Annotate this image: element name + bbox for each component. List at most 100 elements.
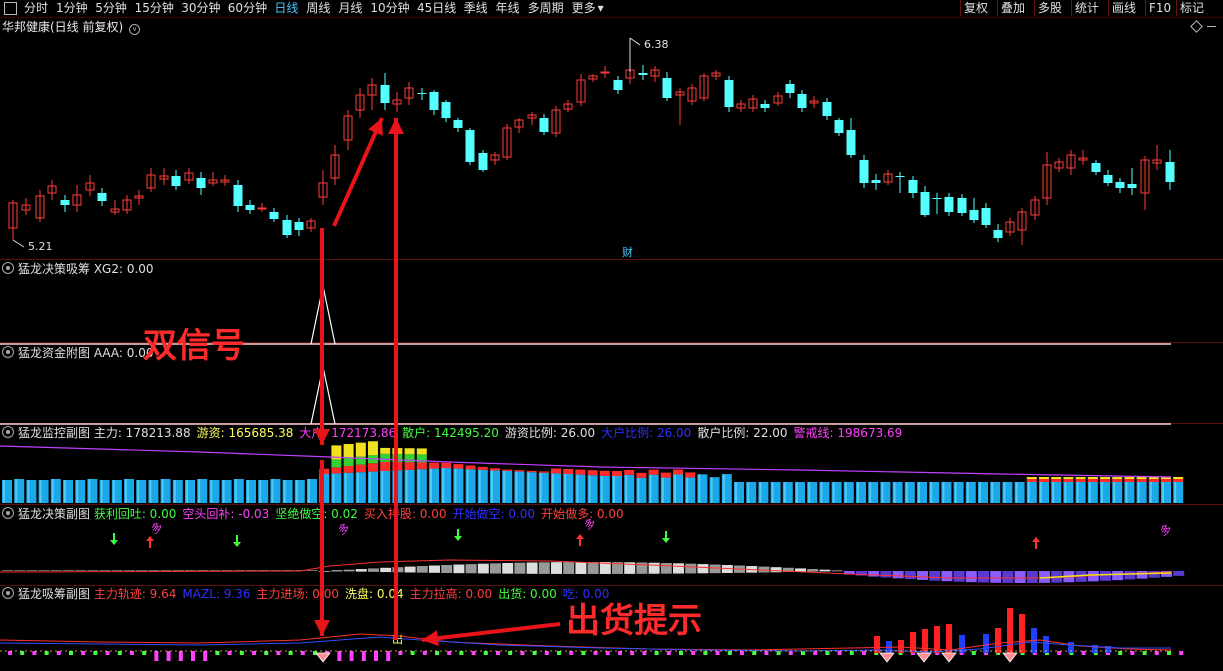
monitor-bar-red xyxy=(490,468,500,471)
monitor-bar-red xyxy=(453,464,464,469)
ribbon-bar xyxy=(453,564,465,574)
monitor-bar-highlight xyxy=(613,476,615,503)
monitor-bar-highlight xyxy=(637,477,640,503)
monitor-bar-highlight xyxy=(942,482,945,503)
ribbon-bar xyxy=(441,564,453,574)
monitor-bar-red xyxy=(599,470,610,476)
monitor-bar-highlight xyxy=(466,469,469,503)
monitor-bar-highlight xyxy=(198,479,201,503)
ribbon-bar xyxy=(307,570,318,571)
ribbon-bar xyxy=(538,562,550,574)
monitor-bar-red xyxy=(624,469,635,475)
volume-dot xyxy=(630,651,635,655)
monitor-bar-red xyxy=(1161,479,1171,482)
lift-bar xyxy=(922,629,928,653)
monitor-bar-red xyxy=(1051,479,1062,482)
monitor-bar-highlight xyxy=(722,474,725,503)
arrow-up xyxy=(1032,537,1040,542)
volume-dot xyxy=(117,651,122,655)
arrow-down xyxy=(454,536,462,541)
annotation-arrow xyxy=(421,622,561,642)
monitor-bar-highlight xyxy=(649,474,652,503)
volume-dot xyxy=(813,651,818,655)
monitor-bar-highlight xyxy=(247,480,249,503)
entry-diamond-icon xyxy=(941,652,957,663)
candle-body xyxy=(245,205,255,210)
volume-dot xyxy=(178,651,183,661)
volume-dot xyxy=(715,651,720,655)
ribbon-bar xyxy=(1136,571,1148,579)
volume-dot xyxy=(1167,651,1171,655)
monitor-bar-red xyxy=(587,470,598,476)
monitor-bar-red xyxy=(538,471,549,473)
monitor-bar-highlight xyxy=(905,482,908,503)
monitor-bar-red xyxy=(660,472,671,478)
monitor-bar-highlight xyxy=(1137,482,1140,503)
monitor-bar-highlight xyxy=(1052,482,1055,503)
volume-dot xyxy=(142,651,147,655)
candle-body xyxy=(846,130,856,155)
volume-dot xyxy=(1179,651,1184,655)
lift-bar xyxy=(1007,608,1013,653)
monitor-bar-yellow xyxy=(1087,477,1098,479)
ribbon-bar xyxy=(819,569,831,572)
ribbon-bar xyxy=(87,570,99,571)
ribbon-bar xyxy=(709,564,721,574)
low-leader xyxy=(12,239,25,248)
candle-body xyxy=(969,210,979,220)
candle-body xyxy=(662,78,672,98)
volume-dot xyxy=(569,651,574,655)
monitor-bar-highlight xyxy=(430,468,432,503)
volume-dot xyxy=(32,651,37,655)
monitor-bar-highlight xyxy=(259,480,262,503)
monitor-bar-yellow xyxy=(1039,477,1049,479)
monitor-bar-highlight xyxy=(808,482,811,503)
arrow-up xyxy=(146,536,154,541)
volume-dot xyxy=(1130,651,1135,655)
volume-dot xyxy=(447,651,452,655)
monitor-bar-highlight xyxy=(222,480,225,503)
monitor-bar-highlight xyxy=(539,472,542,503)
volume-dot xyxy=(971,651,976,655)
volume-dot xyxy=(618,651,622,655)
candle-body xyxy=(441,102,451,118)
monitor-bar-red xyxy=(1112,479,1123,482)
wash-bar xyxy=(1043,636,1049,653)
volume-dot xyxy=(361,651,366,661)
volume-dot xyxy=(557,651,561,655)
ribbon-bar xyxy=(63,570,74,571)
volume-dot xyxy=(374,651,378,661)
volume-dot xyxy=(227,651,232,655)
candle-body xyxy=(895,176,905,177)
monitor-bar-red xyxy=(514,470,525,472)
monitor-bar-red xyxy=(1087,479,1098,482)
monitor-bar-highlight xyxy=(283,480,286,503)
monitor-bar-highlight xyxy=(869,482,872,503)
monitor-bar-highlight xyxy=(15,479,18,503)
candle-body xyxy=(380,85,390,103)
ribbon-bar xyxy=(526,562,538,574)
volume-dot xyxy=(276,651,281,655)
monitor-bar-red xyxy=(612,471,622,476)
volume-dot xyxy=(386,651,391,661)
ribbon-bar xyxy=(551,562,562,574)
monitor-bar-red xyxy=(429,462,439,469)
candle-body xyxy=(1115,182,1125,188)
annotation-arrow xyxy=(314,620,330,636)
volume-dot xyxy=(459,651,464,655)
ribbon-bar xyxy=(917,571,928,580)
candle-body xyxy=(944,197,954,212)
ribbon-bar xyxy=(465,564,477,574)
volume-dot xyxy=(605,651,610,655)
monitor-bar-highlight xyxy=(295,480,298,503)
monitor-bar-yellow xyxy=(1051,477,1062,479)
monitor-bar-highlight xyxy=(1174,482,1177,503)
volume-dot xyxy=(752,651,757,655)
ribbon-bar xyxy=(880,571,892,578)
volume-dot xyxy=(130,651,134,655)
volume-dot xyxy=(20,651,25,655)
monitor-bar-red xyxy=(465,465,476,470)
volume-dot xyxy=(483,651,488,655)
wash-bar xyxy=(983,634,989,653)
ribbon-bar xyxy=(587,562,599,574)
